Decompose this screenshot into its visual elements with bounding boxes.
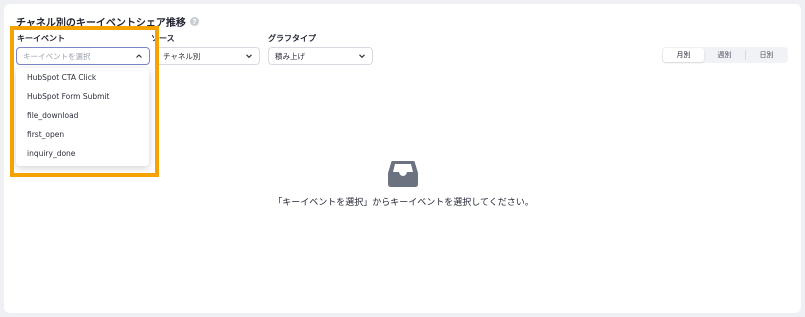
inbox-tray-icon	[387, 160, 419, 188]
graph-type-value: 積み上げ	[275, 51, 305, 61]
dropdown-option[interactable]: HubSpot CTA Click	[16, 68, 149, 87]
panel-title: チャネル別のキーイベントシェア推移 ?	[16, 14, 199, 29]
period-toggle: 月別 週別 日別	[662, 47, 788, 63]
key-event-dropdown: HubSpot CTA Click HubSpot Form Submit fi…	[16, 68, 149, 166]
key-event-placeholder: キーイベントを選択	[23, 51, 91, 61]
period-daily-button[interactable]: 日別	[746, 48, 787, 62]
dropdown-option[interactable]: first_open	[16, 125, 149, 144]
period-weekly-button[interactable]: 週別	[704, 48, 745, 62]
chevron-down-icon	[245, 52, 253, 60]
key-event-label: キーイベント	[17, 34, 65, 43]
source-label: ソース	[151, 34, 175, 43]
period-monthly-button[interactable]: 月別	[663, 48, 704, 62]
source-value: チャネル別	[163, 51, 201, 61]
graph-type-label: グラフタイプ	[268, 34, 316, 43]
empty-state-message: 「キーイベントを選択」からキーイベントを選択してください。	[273, 198, 534, 208]
dropdown-option[interactable]: file_download	[16, 106, 149, 125]
help-icon[interactable]: ?	[189, 17, 199, 26]
source-select[interactable]: チャネル別	[156, 47, 260, 65]
panel-title-text: チャネル別のキーイベントシェア推移	[16, 18, 186, 29]
chevron-down-icon	[358, 52, 366, 60]
chevron-up-icon	[135, 52, 143, 60]
dropdown-option[interactable]: inquiry_done	[16, 144, 149, 163]
dropdown-option[interactable]: HubSpot Form Submit	[16, 87, 149, 106]
key-event-select[interactable]: キーイベントを選択	[16, 47, 150, 65]
graph-type-select[interactable]: 積み上げ	[268, 47, 373, 65]
